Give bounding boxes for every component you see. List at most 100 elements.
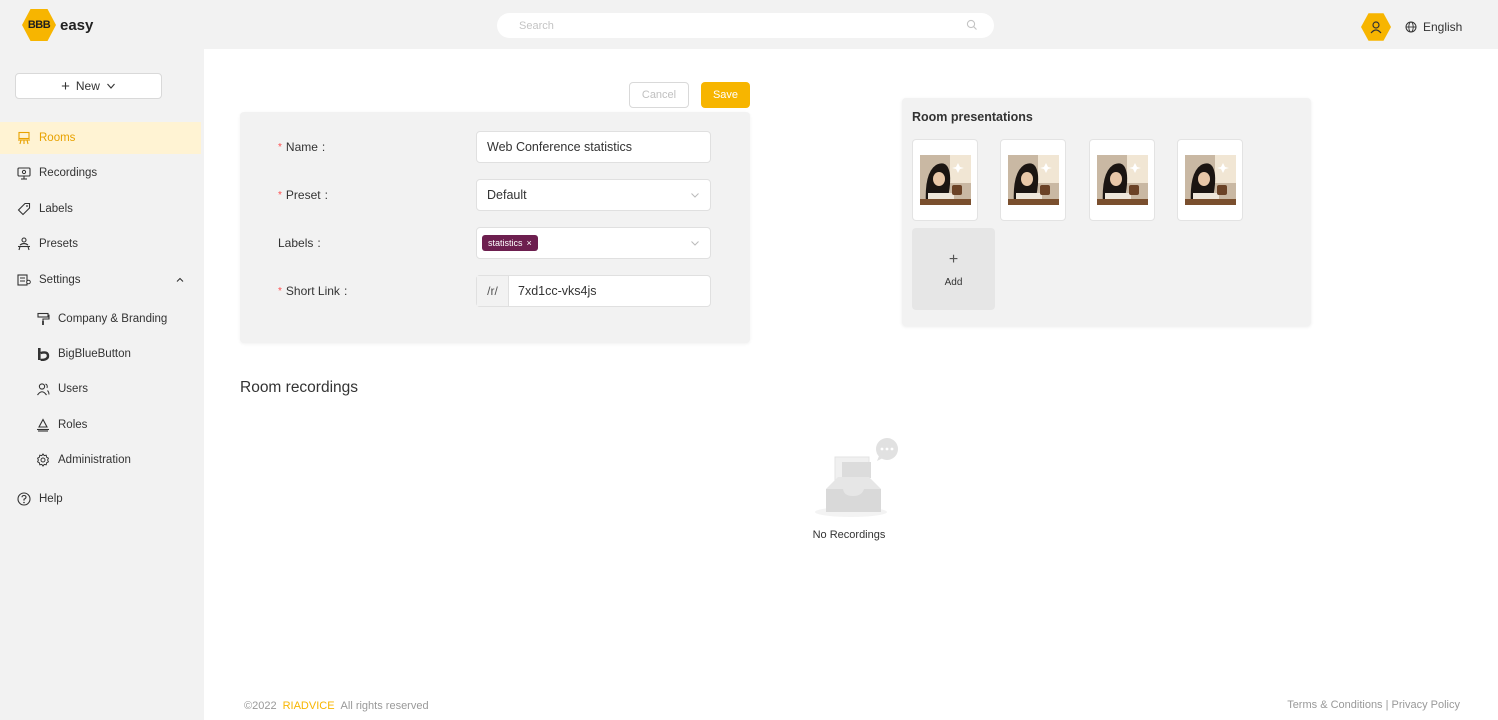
preset-label: * Preset: [278,188,328,202]
new-button-label: New [75,79,100,93]
sidebar: + New Rooms Recordings Labels Presets Se… [0,49,204,720]
sidebar-item-label: Recordings [39,167,98,179]
sidebar-item-help[interactable]: Help [0,483,201,515]
plus-icon: + [948,250,959,268]
preset-select[interactable]: Default [476,179,711,211]
presentation-image [1096,155,1148,205]
settings-icon [17,273,31,287]
paint-roller-icon [36,312,50,326]
sidebar-item-label: Administration [58,454,131,466]
labels-label-text: Labels [278,236,314,250]
name-label: * Name: [278,140,325,154]
rooms-icon [17,131,31,145]
globe-icon [1405,21,1417,33]
short-link-label: * Short Link: [278,284,347,298]
label-tag-text: statistics [488,238,523,248]
label-tag[interactable]: statistics × [482,235,538,251]
sidebar-item-label: Rooms [39,132,76,144]
short-link-prefix: /r/ [477,276,509,306]
chevron-down-icon [691,241,699,246]
sidebar-item-rooms[interactable]: Rooms [0,122,201,154]
required-marker: * [278,189,282,201]
presentation-thumbnail[interactable] [1089,139,1155,221]
required-marker: * [278,285,282,297]
new-button[interactable]: + New [15,73,162,99]
preset-value: Default [487,188,527,202]
sidebar-item-bigbluebutton[interactable]: BigBlueButton [0,338,201,370]
chevron-up-icon [176,277,184,282]
rights-text: All rights reserved [340,700,429,712]
sidebar-item-roles[interactable]: Roles [0,409,201,441]
short-link-value: 7xd1cc-vks4js [518,284,597,298]
no-recordings-text: No Recordings [812,529,886,541]
room-settings-form: * Name: Web Conference statistics * Pres… [240,112,750,343]
search-input[interactable]: Search [497,13,994,38]
search-icon[interactable] [966,19,980,33]
copyright-year: ©2022 [244,700,277,712]
sidebar-item-label: Help [39,493,63,505]
sidebar-item-label: Settings [39,274,81,286]
sidebar-item-presets[interactable]: Presets [0,228,201,260]
sidebar-item-labels[interactable]: Labels [0,193,201,225]
add-presentation-button[interactable]: + Add [912,228,995,310]
labels-label: Labels: [278,236,321,250]
footer-links[interactable]: Terms & Conditions | Privacy Policy [1287,699,1460,711]
room-presentations-panel: Room presentations + Add [902,98,1311,326]
chevron-down-icon [106,83,115,89]
logo-text: easy [60,16,94,34]
app-logo[interactable]: BBB easy [22,9,93,41]
sidebar-item-label: Presets [39,238,78,250]
label-colon: : [317,236,321,250]
preset-label-text: Preset [285,188,321,202]
tag-close-icon[interactable]: × [527,238,532,248]
sidebar-item-label: Company & Branding [58,313,168,325]
chevron-down-icon [691,193,699,198]
user-icon [1370,21,1382,34]
sidebar-item-label: Users [58,383,89,395]
sidebar-item-label: Roles [58,419,88,431]
presentation-image [919,155,971,205]
tag-icon [17,202,31,216]
add-presentation-label: Add [944,276,963,288]
required-marker: * [278,141,282,153]
cancel-button[interactable]: Cancel [629,82,689,108]
sidebar-item-recordings[interactable]: Recordings [0,157,201,189]
recordings-icon [17,166,31,180]
sidebar-item-administration[interactable]: Administration [0,444,201,476]
sidebar-item-settings[interactable]: Settings [0,264,201,296]
bigbluebutton-icon [36,347,50,361]
gear-icon [36,453,50,467]
sidebar-item-company-branding[interactable]: Company & Branding [0,303,201,335]
name-field[interactable]: Web Conference statistics [476,131,711,163]
roles-icon [36,418,50,432]
sidebar-item-users[interactable]: Users [0,373,201,405]
presentation-image [1184,155,1236,205]
top-header: BBB easy Search English [0,0,1498,49]
search-placeholder: Search [519,19,554,32]
user-avatar[interactable] [1361,13,1391,41]
presentation-thumbnail[interactable] [1000,139,1066,221]
brand-link[interactable]: RIADVICE [283,700,335,712]
name-value: Web Conference statistics [487,140,632,154]
plus-icon: + [61,77,70,95]
help-icon [17,492,31,506]
sidebar-item-label: BigBlueButton [58,348,131,360]
short-link-label-text: Short Link [285,284,340,298]
presentation-thumbnail[interactable] [912,139,978,221]
language-label: English [1423,20,1463,34]
presets-icon [17,237,31,251]
users-icon [36,382,50,396]
presentation-image [1007,155,1059,205]
language-selector[interactable]: English [1405,20,1462,34]
logo-mark: BBB [22,9,56,41]
presentation-thumbnail[interactable] [1177,139,1243,221]
labels-select[interactable]: statistics × [476,227,711,259]
label-colon: : [321,140,326,154]
save-button[interactable]: Save [701,82,750,108]
short-link-field[interactable]: /r/ 7xd1cc-vks4js [476,275,711,307]
label-colon: : [324,188,328,202]
footer-copyright: ©2022 RIADVICE All rights reserved [244,700,429,712]
label-colon: : [343,284,348,298]
name-label-text: Name [285,140,318,154]
recordings-title: Room recordings [240,379,359,396]
